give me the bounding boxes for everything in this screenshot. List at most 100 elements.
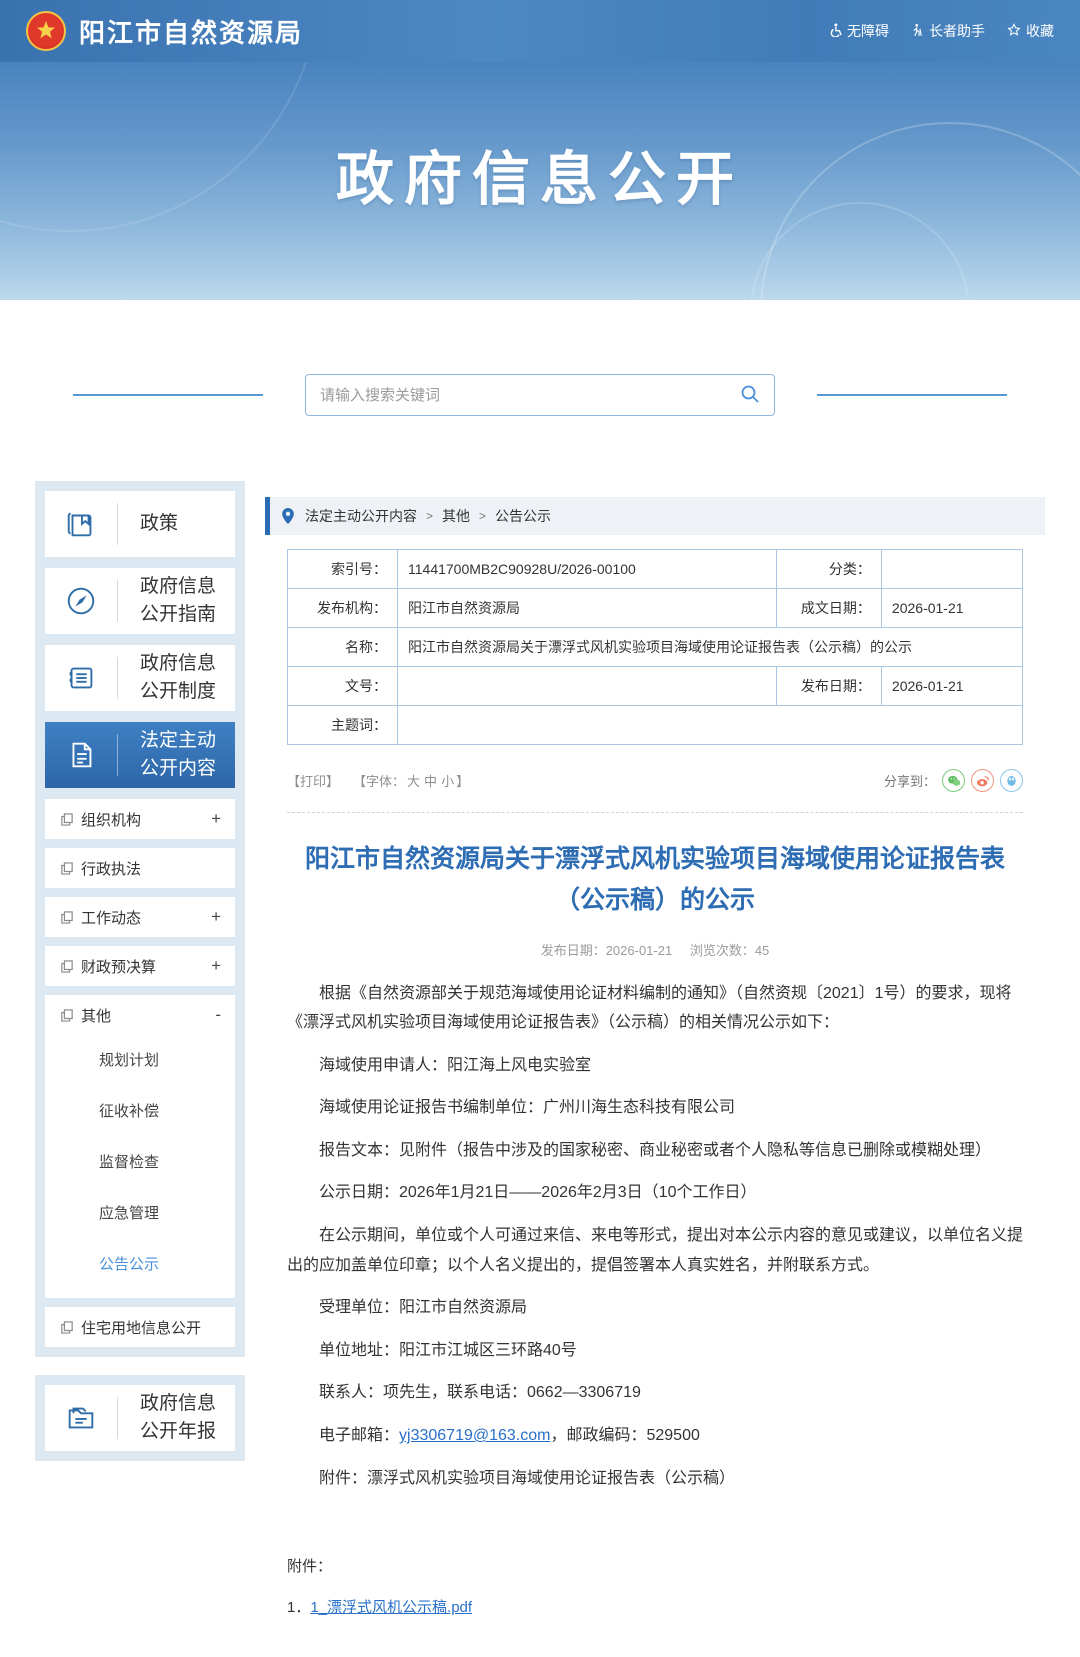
sidebar-sub-work-news[interactable]: 工作动态 +: [45, 897, 235, 937]
font-size-small-button[interactable]: 小: [441, 774, 454, 789]
favorite-link[interactable]: 收藏: [1007, 21, 1054, 41]
sidebar-item-guide[interactable]: 政府信息公开指南: [45, 568, 235, 634]
article-paragraph: 报告文本：见附件（报告中涉及的国家秘密、商业秘密或者个人隐私等信息已删除或模糊处…: [287, 1136, 1023, 1166]
sidebar-item-label: 法定主动公开内容: [140, 727, 226, 782]
search-section: [0, 300, 1080, 481]
email-suffix: ，邮政编码：529500: [550, 1427, 699, 1444]
attachment-pdf-link[interactable]: 1_漂浮式风机公示稿.pdf: [310, 1599, 472, 1616]
font-size-large-button[interactable]: 大: [407, 774, 420, 789]
breadcrumb-item-statutory[interactable]: 法定主动公开内容: [305, 506, 417, 526]
divider: [117, 580, 118, 622]
sidebar-sub-label: 工作动态: [81, 907, 141, 928]
sidebar-item-system[interactable]: 政府信息公开制度: [45, 645, 235, 711]
search-input[interactable]: [320, 387, 740, 404]
divider: [117, 1397, 118, 1439]
elder-helper-link[interactable]: 长者助手: [911, 21, 985, 41]
national-emblem-logo: [26, 11, 66, 51]
emblem-star-icon: [33, 18, 59, 44]
sidebar-child-supervision[interactable]: 监督检查: [45, 1137, 235, 1188]
sidebar-sub-label: 住宅用地信息公开: [81, 1317, 201, 1338]
article-paragraph: 海域使用论证报告书编制单位：广州川海生态科技有限公司: [287, 1093, 1023, 1123]
expand-toggle[interactable]: +: [211, 907, 221, 927]
sidebar-block-annual-report: 政府信息公开年报: [35, 1375, 245, 1461]
document-info-table: 索引号： 11441700MB2C90928U/2026-00100 分类： 发…: [287, 549, 1023, 745]
font-size-prefix: 【字体：: [353, 774, 405, 789]
article-view-count: 浏览次数：45: [690, 943, 769, 958]
print-button[interactable]: 【打印】: [287, 771, 339, 790]
elder-helper-icon: [911, 23, 924, 40]
sidebar-sub-housing-land[interactable]: 住宅用地信息公开: [45, 1307, 235, 1347]
divider: [117, 657, 118, 699]
breadcrumb-item-announcements[interactable]: 公告公示: [495, 506, 551, 526]
name-value: 阳江市自然资源局关于漂浮式风机实验项目海域使用论证报告表（公示稿）的公示: [398, 628, 1023, 667]
sidebar-item-annual-report[interactable]: 政府信息公开年报: [45, 1385, 235, 1451]
sidebar-sub-other-group: 其他 - 规划计划 征收补偿 监督检查 应急管理 公告公示: [45, 995, 235, 1298]
sidebar-sub-enforcement[interactable]: 行政执法: [45, 848, 235, 888]
sidebar-child-emergency[interactable]: 应急管理: [45, 1188, 235, 1239]
sidebar-item-statutory-disclosure[interactable]: 法定主动公开内容: [45, 722, 235, 788]
star-icon: [1007, 23, 1021, 40]
top-header-bar: 阳江市自然资源局 无障碍 长者助手 收藏: [0, 0, 1080, 62]
sidebar-child-expropriation[interactable]: 征收补偿: [45, 1086, 235, 1137]
sidebar-item-label: 政府信息公开年报: [140, 1390, 226, 1445]
search-button[interactable]: [740, 384, 760, 407]
content-area: 法定主动公开内容 > 其他 > 公告公示 索引号： 11441700MB2C90…: [265, 481, 1045, 1657]
qzone-share-icon[interactable]: [1000, 769, 1023, 792]
article-title: 阳江市自然资源局关于漂浮式风机实验项目海域使用论证报告表（公示稿）的公示: [301, 839, 1009, 922]
divider: [117, 734, 118, 776]
attachment-item: 1．1_漂浮式风机公示稿.pdf: [287, 1596, 1023, 1617]
share-label: 分享到：: [884, 771, 936, 790]
weibo-share-icon[interactable]: [971, 769, 994, 792]
table-row: 索引号： 11441700MB2C90928U/2026-00100 分类：: [288, 550, 1023, 589]
sidebar-item-label: 政府信息公开指南: [140, 573, 226, 628]
collapse-toggle[interactable]: -: [215, 1005, 221, 1025]
article-paragraph: 受理单位：阳江市自然资源局: [287, 1293, 1023, 1323]
sidebar-sub-other[interactable]: 其他 -: [45, 995, 235, 1035]
sidebar-child-planning[interactable]: 规划计划: [45, 1035, 235, 1086]
table-row: 主题词：: [288, 706, 1023, 745]
sidebar-child-announcements[interactable]: 公告公示: [45, 1239, 235, 1290]
expand-toggle[interactable]: +: [211, 809, 221, 829]
expand-toggle[interactable]: +: [211, 956, 221, 976]
breadcrumb-separator: >: [479, 509, 486, 523]
divider: [117, 503, 118, 545]
sidebar-item-policy[interactable]: 政策: [45, 491, 235, 557]
wechat-share-icon[interactable]: [942, 769, 965, 792]
font-size-medium-button[interactable]: 中: [424, 774, 437, 789]
elder-helper-label: 长者助手: [929, 21, 985, 41]
page-icon: [61, 960, 73, 973]
keywords-value: [398, 706, 1023, 745]
written-date-label: 成文日期：: [776, 589, 881, 628]
search-box: [305, 374, 775, 416]
site-title: 阳江市自然资源局: [79, 13, 303, 50]
keywords-label: 主题词：: [288, 706, 398, 745]
page-banner: 政府信息公开: [0, 62, 1080, 300]
notebook-icon: [45, 661, 117, 695]
table-row: 发布机构： 阳江市自然资源局 成文日期： 2026-01-21: [288, 589, 1023, 628]
breadcrumb-item-other[interactable]: 其他: [442, 506, 470, 526]
sidebar-sub-organization[interactable]: 组织机构 +: [45, 799, 235, 839]
publish-date-value: 2026-01-21: [881, 667, 1022, 706]
sidebar-sub-budget[interactable]: 财政预决算 +: [45, 946, 235, 986]
sidebar-item-label: 政府信息公开制度: [140, 650, 226, 705]
article-paragraph: 在公示期间，单位或个人可通过来信、来电等形式，提出对本公示内容的意见或建议，以单…: [287, 1221, 1023, 1280]
search-right-line: [817, 394, 1007, 396]
article-paragraph: 单位地址：阳江市江城区三环路40号: [287, 1336, 1023, 1366]
location-pin-icon: [282, 508, 294, 524]
article-paragraph: 根据《自然资源部关于规范海域使用论证材料编制的通知》（自然资规〔2021〕1号）…: [287, 979, 1023, 1038]
page-icon: [61, 1321, 73, 1334]
font-size-suffix: 】: [456, 774, 469, 789]
email-link[interactable]: yj3306719@163.com: [399, 1427, 550, 1444]
agency-value: 阳江市自然资源局: [398, 589, 777, 628]
page-icon: [61, 813, 73, 826]
accessibility-link[interactable]: 无障碍: [828, 21, 889, 41]
sidebar: 政策 政府信息公开指南: [35, 481, 245, 1461]
page-icon: [61, 862, 73, 875]
name-label: 名称：: [288, 628, 398, 667]
attachments-section: 附件： 1．1_漂浮式风机公示稿.pdf: [287, 1555, 1023, 1617]
folder-icon: [45, 1401, 117, 1435]
article-paragraph: 公示日期：2026年1月21日——2026年2月3日（10个工作日）: [287, 1178, 1023, 1208]
category-label: 分类：: [776, 550, 881, 589]
article-publish-date: 发布日期：2026-01-21: [541, 943, 673, 958]
page-icon: [61, 911, 73, 924]
